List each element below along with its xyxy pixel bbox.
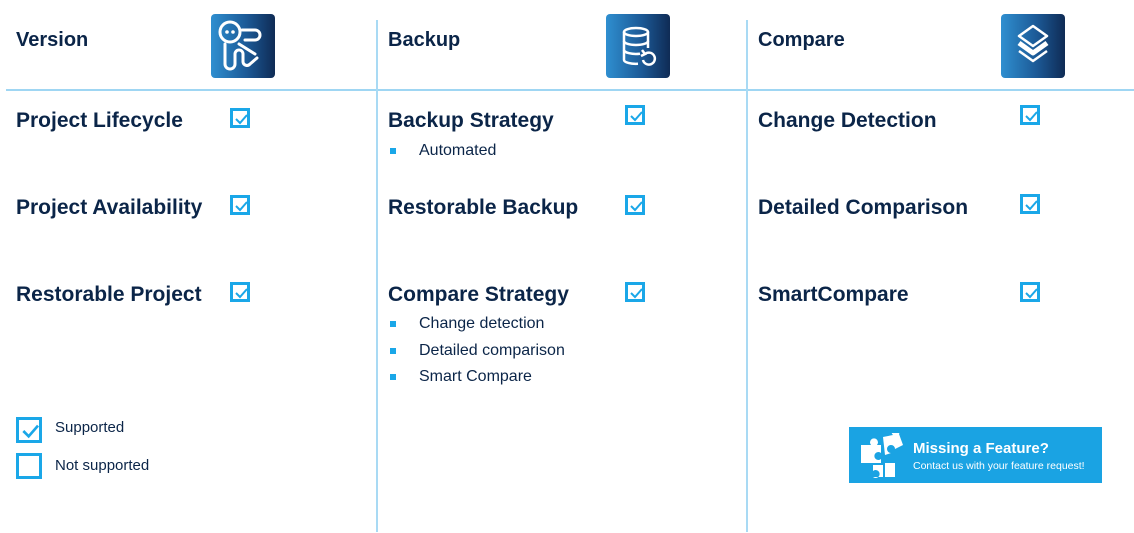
supported-checkbox-icon — [230, 195, 250, 215]
feature-restorable-project: Restorable Project — [16, 283, 202, 306]
supported-checkbox-icon — [230, 108, 250, 128]
column-title-backup: Backup — [388, 29, 461, 51]
supported-checkbox-icon — [1020, 194, 1040, 214]
bullet-icon — [390, 348, 396, 354]
supported-checkbox-icon — [625, 195, 645, 215]
octopus-logo-icon — [211, 14, 275, 78]
subitem-detailed-comparison: Detailed comparison — [419, 342, 565, 359]
supported-checkbox-icon — [230, 282, 250, 302]
layers-icon — [1001, 14, 1065, 78]
feature-compare-strategy: Compare Strategy — [388, 283, 569, 306]
supported-checkbox-icon — [625, 282, 645, 302]
feature-project-lifecycle: Project Lifecycle — [16, 109, 183, 132]
bullet-icon — [390, 321, 396, 327]
banner-title: Missing a Feature? — [913, 440, 1049, 457]
legend-not-supported-checkbox-icon — [16, 453, 42, 479]
header-divider — [6, 89, 1134, 91]
legend-supported-checkbox-icon — [16, 417, 42, 443]
puzzle-pieces-icon — [859, 427, 905, 484]
column-divider-2 — [746, 20, 748, 532]
bullet-icon — [390, 148, 396, 154]
column-divider-1 — [376, 20, 378, 532]
banner-subtitle: Contact us with your feature request! — [913, 460, 1085, 472]
column-title-version: Version — [16, 29, 89, 51]
feature-detailed-comparison: Detailed Comparison — [758, 196, 969, 219]
missing-feature-banner[interactable]: Missing a Feature? Contact us with your … — [849, 427, 1102, 483]
database-restore-icon — [606, 14, 670, 78]
subitem-change-detection: Change detection — [419, 315, 545, 332]
subitem-smart-compare: Smart Compare — [419, 368, 532, 385]
feature-smartcompare: SmartCompare — [758, 283, 909, 306]
column-title-compare: Compare — [758, 29, 845, 51]
legend-supported-label: Supported — [55, 419, 125, 436]
supported-checkbox-icon — [1020, 105, 1040, 125]
subitem-automated: Automated — [419, 142, 497, 159]
feature-change-detection: Change Detection — [758, 109, 937, 132]
legend-not-supported-label: Not supported — [55, 457, 150, 474]
feature-restorable-backup: Restorable Backup — [388, 196, 579, 219]
supported-checkbox-icon — [625, 105, 645, 125]
bullet-icon — [390, 374, 396, 380]
supported-checkbox-icon — [1020, 282, 1040, 302]
feature-backup-strategy: Backup Strategy — [388, 109, 554, 132]
feature-project-availability: Project Availability — [16, 196, 203, 219]
